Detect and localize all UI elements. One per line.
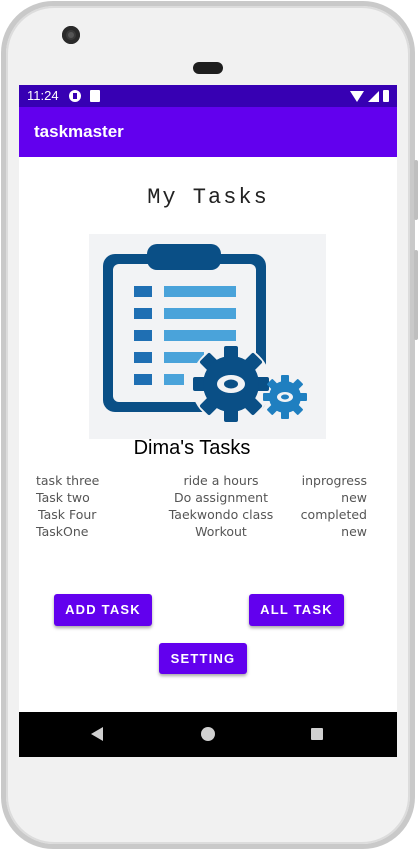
battery-icon xyxy=(383,90,389,102)
front-camera-icon xyxy=(62,26,80,44)
navigation-bar xyxy=(19,712,397,757)
task-row[interactable]: TaskOne Workout new xyxy=(19,524,397,541)
phone-frame: 11:24 taskmaster My Tasks Dima's Tasks t… xyxy=(0,0,418,852)
app-title: taskmaster xyxy=(34,122,124,141)
task-state: inprogress xyxy=(301,473,367,488)
recent-apps-icon[interactable] xyxy=(311,728,323,740)
task-title: task three xyxy=(36,473,100,488)
home-icon[interactable] xyxy=(201,727,215,741)
task-row[interactable]: task three ride a hours inprogress xyxy=(19,473,397,490)
task-body: ride a hours xyxy=(183,473,259,488)
wifi-icon xyxy=(350,91,364,102)
task-body: Workout xyxy=(195,524,247,539)
task-row[interactable]: Task two Do assignment new xyxy=(19,490,397,507)
status-bar: 11:24 xyxy=(19,85,397,107)
main-content: My Tasks Dima's Tasks task three ride a … xyxy=(19,157,397,712)
task-title: Task two xyxy=(36,490,90,505)
add-task-button[interactable]: ADD TASK xyxy=(54,594,152,626)
task-body: Do assignment xyxy=(174,490,268,505)
status-time: 11:24 xyxy=(27,88,59,103)
notification-icon xyxy=(69,90,81,102)
signal-icon xyxy=(368,91,379,102)
task-title: TaskOne xyxy=(36,524,89,539)
power-button xyxy=(414,160,418,220)
task-state: new xyxy=(341,524,367,539)
task-title: Task Four xyxy=(38,507,97,522)
status-indicators xyxy=(350,90,389,102)
task-state: new xyxy=(341,490,367,505)
user-tasks-title: Dima's Tasks xyxy=(133,437,251,459)
page-title: My Tasks xyxy=(147,185,269,210)
back-icon[interactable] xyxy=(91,727,103,741)
volume-button xyxy=(414,250,418,340)
task-row[interactable]: Task Four Taekwondo class completed xyxy=(19,507,397,524)
sd-card-icon xyxy=(90,90,100,102)
earpiece-speaker xyxy=(193,62,223,74)
task-state: completed xyxy=(300,507,367,522)
task-body: Taekwondo class xyxy=(168,507,274,522)
screen: 11:24 taskmaster My Tasks Dima's Tasks t… xyxy=(19,85,397,757)
app-bar: taskmaster xyxy=(19,107,397,157)
setting-button[interactable]: SETTING xyxy=(159,643,247,674)
all-task-button[interactable]: ALL TASK xyxy=(249,594,344,626)
clipboard-gears-icon xyxy=(89,234,326,439)
